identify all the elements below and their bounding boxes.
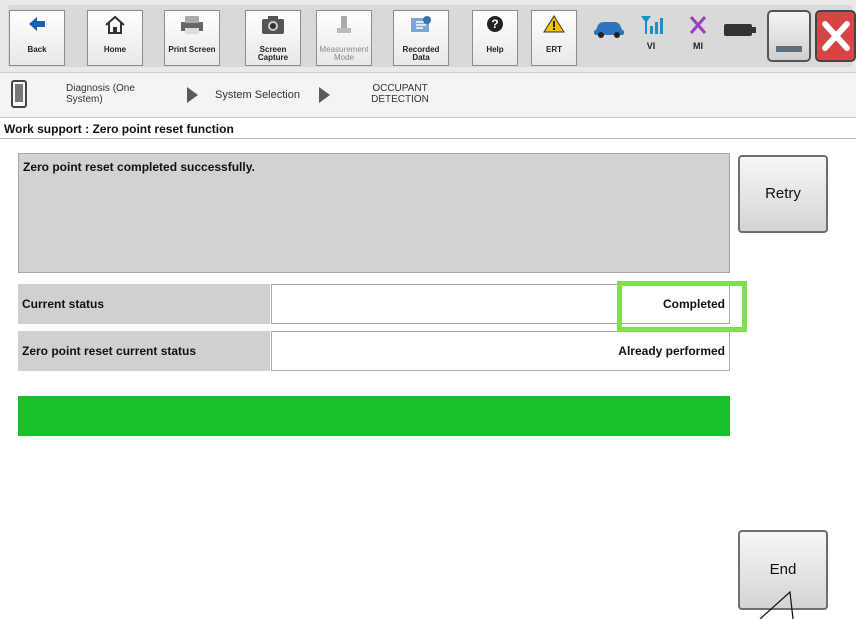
current-status-label: Current status bbox=[18, 284, 270, 324]
breadcrumb-system-selection[interactable]: System Selection bbox=[215, 90, 300, 101]
divider bbox=[0, 138, 856, 139]
breadcrumb-occupant-detection: OCCUPANT DETECTION bbox=[371, 83, 429, 105]
help-icon: ? bbox=[473, 14, 517, 46]
breadcrumb-diagnosis[interactable]: Diagnosis (One System) bbox=[66, 83, 152, 105]
measurement-mode-button[interactable]: Measurement Mode bbox=[316, 10, 372, 66]
back-arrow-icon bbox=[10, 14, 64, 46]
progress-bar bbox=[18, 396, 730, 436]
home-icon bbox=[88, 14, 142, 46]
minimize-button[interactable] bbox=[767, 10, 811, 62]
page-title: Work support : Zero point reset function bbox=[4, 122, 234, 136]
end-button[interactable]: End bbox=[738, 530, 828, 610]
ert-button[interactable]: ERT bbox=[531, 10, 577, 66]
warning-icon bbox=[532, 14, 576, 46]
message-text: Zero point reset completed successfully. bbox=[23, 160, 255, 174]
phone-device-icon bbox=[10, 80, 28, 113]
back-button[interactable]: Back bbox=[9, 10, 65, 66]
home-button[interactable]: Home bbox=[87, 10, 143, 66]
breadcrumb-arrow-icon bbox=[187, 87, 198, 103]
help-button[interactable]: ? Help bbox=[472, 10, 518, 66]
toolbar: Back Home Print Screen Screen Capture Me… bbox=[0, 0, 856, 73]
print-screen-button[interactable]: Print Screen bbox=[164, 10, 220, 66]
breadcrumb-arrow-icon bbox=[319, 87, 330, 103]
recorded-data-icon bbox=[394, 14, 448, 46]
disconnected-x-icon bbox=[688, 16, 708, 40]
highlight-box bbox=[617, 281, 747, 332]
printer-icon bbox=[165, 14, 219, 46]
screen-capture-button[interactable]: Screen Capture bbox=[245, 10, 301, 66]
retry-button[interactable]: Retry bbox=[738, 155, 828, 233]
minimize-icon bbox=[776, 46, 802, 52]
svg-text:?: ? bbox=[491, 17, 498, 31]
signal-icon bbox=[639, 16, 663, 40]
breadcrumb: Diagnosis (One System) System Selection … bbox=[0, 73, 856, 118]
close-button[interactable] bbox=[815, 10, 856, 62]
camera-icon bbox=[246, 14, 300, 46]
close-icon bbox=[821, 20, 851, 57]
vi-connection-status: VI bbox=[639, 14, 663, 51]
message-box: Zero point reset completed successfully. bbox=[18, 153, 730, 273]
mi-connection-status: MI bbox=[688, 14, 708, 51]
measurement-icon bbox=[317, 14, 371, 46]
battery-icon bbox=[723, 22, 757, 43]
zero-point-status-value: Already performed bbox=[271, 331, 730, 371]
car-icon bbox=[592, 18, 626, 43]
recorded-data-button[interactable]: Recorded Data bbox=[393, 10, 449, 66]
progress-fill bbox=[18, 396, 730, 436]
zero-point-status-label: Zero point reset current status bbox=[18, 331, 270, 371]
